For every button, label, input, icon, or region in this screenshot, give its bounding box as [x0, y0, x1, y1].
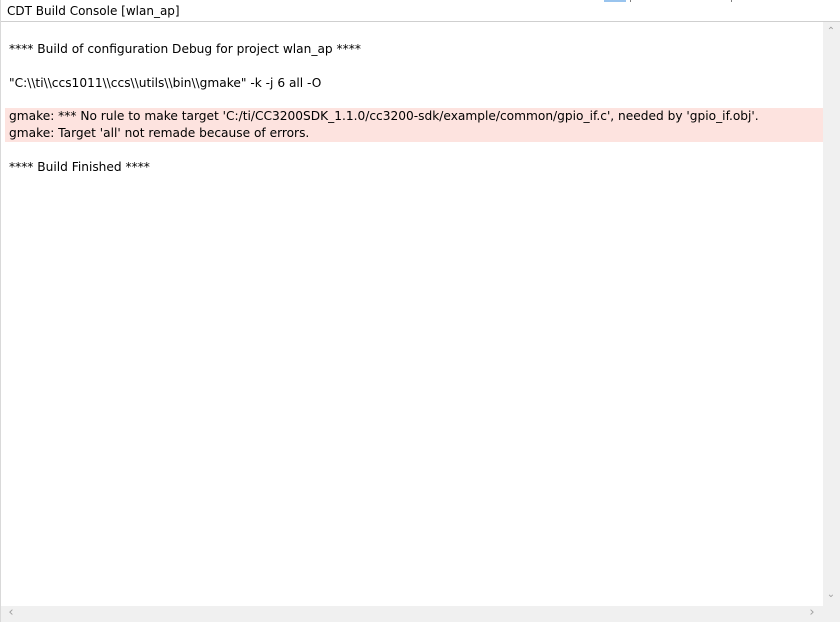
- console-title: CDT Build Console [wlan_ap]: [7, 4, 180, 18]
- console-line-build-finished: **** Build Finished ****: [9, 160, 150, 174]
- console-line-build-start: **** Build of configuration Debug for pr…: [9, 42, 361, 56]
- toolbar-divider: [731, 0, 732, 2]
- chevron-left-icon[interactable]: ‹: [5, 606, 17, 620]
- vertical-scrollbar[interactable]: ⌃ ⌄: [823, 22, 840, 606]
- build-console-window: CDT Build Console [wlan_ap] **** Build o…: [0, 0, 840, 622]
- console-output[interactable]: **** Build of configuration Debug for pr…: [5, 24, 823, 606]
- chevron-right-icon[interactable]: ›: [806, 606, 818, 620]
- console-line-error: gmake: Target 'all' not remade because o…: [9, 126, 310, 140]
- horizontal-scrollbar[interactable]: ‹ ›: [1, 606, 823, 622]
- chevron-up-icon[interactable]: ⌃: [825, 27, 837, 39]
- scrollbar-corner: [823, 606, 840, 622]
- toolbar-selection-indicator: [604, 0, 626, 2]
- console-line-error: gmake: *** No rule to make target 'C:/ti…: [9, 109, 759, 123]
- chevron-down-icon[interactable]: ⌄: [825, 590, 837, 602]
- console-line-command: "C:\\ti\\ccs1011\\ccs\\utils\\bin\\gmake…: [9, 76, 322, 90]
- toolbar-divider: [630, 0, 631, 2]
- console-title-bar: CDT Build Console [wlan_ap]: [1, 0, 840, 22]
